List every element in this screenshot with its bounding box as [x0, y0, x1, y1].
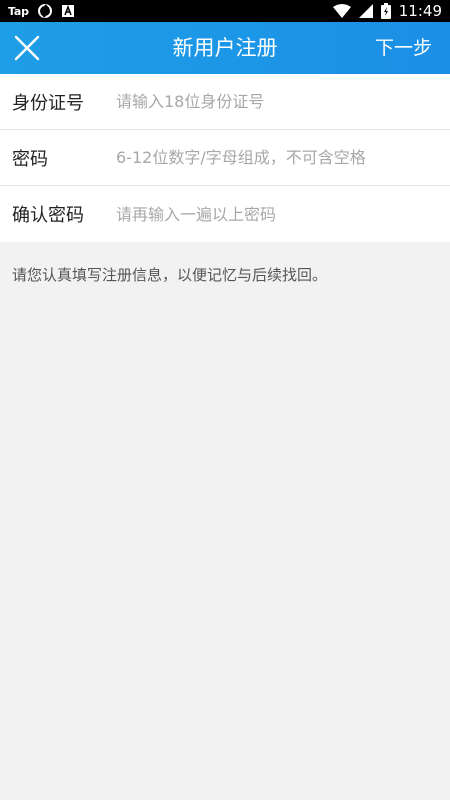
app-bar: 新用户注册 下一步	[0, 22, 450, 74]
id-number-input[interactable]	[116, 81, 450, 122]
wifi-icon	[332, 4, 351, 18]
confirm-password-label: 确认密码	[12, 205, 84, 226]
form-row-password: 密码	[0, 130, 450, 186]
close-button[interactable]	[14, 35, 40, 61]
font-a-icon	[61, 4, 75, 18]
status-bar: Tap 11:49	[0, 0, 450, 22]
close-icon	[14, 35, 40, 61]
password-input[interactable]	[116, 137, 450, 178]
status-bar-left: Tap	[8, 3, 75, 19]
tap-indicator: Tap	[8, 4, 29, 18]
form-row-id-number: 身份证号	[0, 74, 450, 130]
registration-notice: 请您认真填写注册信息，以便记忆与后续找回。	[12, 266, 328, 284]
next-step-button[interactable]: 下一步	[375, 22, 432, 74]
id-number-label: 身份证号	[12, 92, 84, 114]
status-time: 11:49	[398, 2, 442, 20]
status-bar-right: 11:49	[332, 2, 442, 20]
signal-icon	[358, 4, 373, 18]
password-label: 密码	[12, 148, 48, 170]
sync-icon	[37, 3, 53, 19]
battery-icon	[380, 3, 391, 19]
registration-form: 身份证号 密码 确认密码	[0, 74, 450, 242]
confirm-password-input[interactable]	[116, 194, 450, 234]
form-row-confirm-password: 确认密码	[0, 186, 450, 242]
